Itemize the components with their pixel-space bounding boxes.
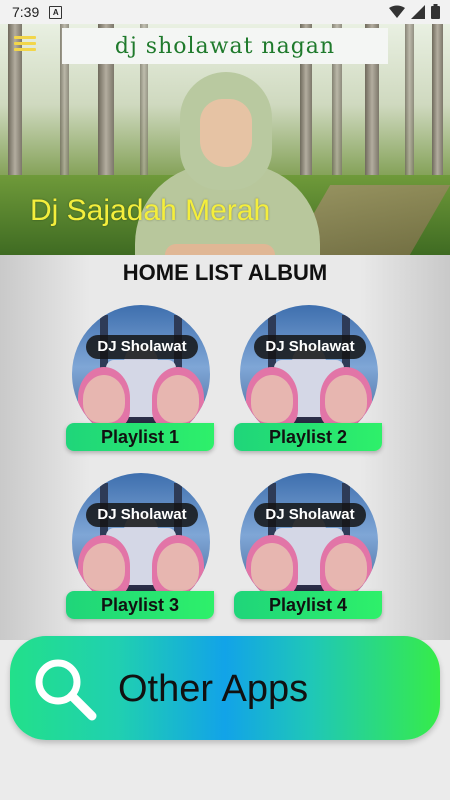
playlist-label[interactable]: Playlist 4: [234, 591, 382, 619]
status-icons: [389, 4, 440, 19]
album-card-2[interactable]: DJ Sholawat Playlist 2: [234, 303, 394, 473]
album-cover-text: DJ Sholawat: [254, 503, 366, 527]
playlist-label[interactable]: Playlist 1: [66, 423, 214, 451]
album-card-3[interactable]: DJ Sholawat Playlist 3: [66, 471, 226, 641]
app-logo-banner: dj sholawat nagan: [62, 28, 388, 64]
hero-title: Dj Sajadah Merah: [30, 194, 271, 227]
hero-person-hands: [165, 244, 275, 255]
wifi-icon: [389, 5, 405, 18]
status-time: 7:39: [12, 4, 40, 20]
hamburger-menu-icon[interactable]: [14, 36, 36, 54]
playlist-label[interactable]: Playlist 2: [234, 423, 382, 451]
playlist-label[interactable]: Playlist 3: [66, 591, 214, 619]
album-cover-text: DJ Sholawat: [86, 335, 198, 359]
status-bar: 7:39 A: [0, 0, 450, 24]
album-cover-text: DJ Sholawat: [254, 335, 366, 359]
album-card-1[interactable]: DJ Sholawat Playlist 1: [66, 303, 226, 473]
album-card-4[interactable]: DJ Sholawat Playlist 4: [234, 471, 394, 641]
other-apps-label: Other Apps: [118, 668, 309, 710]
search-icon: [35, 659, 97, 721]
section-title: HOME LIST ALBUM: [122, 260, 328, 285]
signal-icon: [411, 4, 425, 19]
battery-icon: [431, 4, 440, 19]
album-cover-text: DJ Sholawat: [86, 503, 198, 527]
hero-person-face: [200, 99, 252, 167]
hero-banner: dj sholawat nagan Dj Sajadah Merah: [0, 24, 450, 255]
notification-badge: A: [49, 5, 63, 19]
other-apps-button[interactable]: Other Apps: [10, 636, 440, 740]
